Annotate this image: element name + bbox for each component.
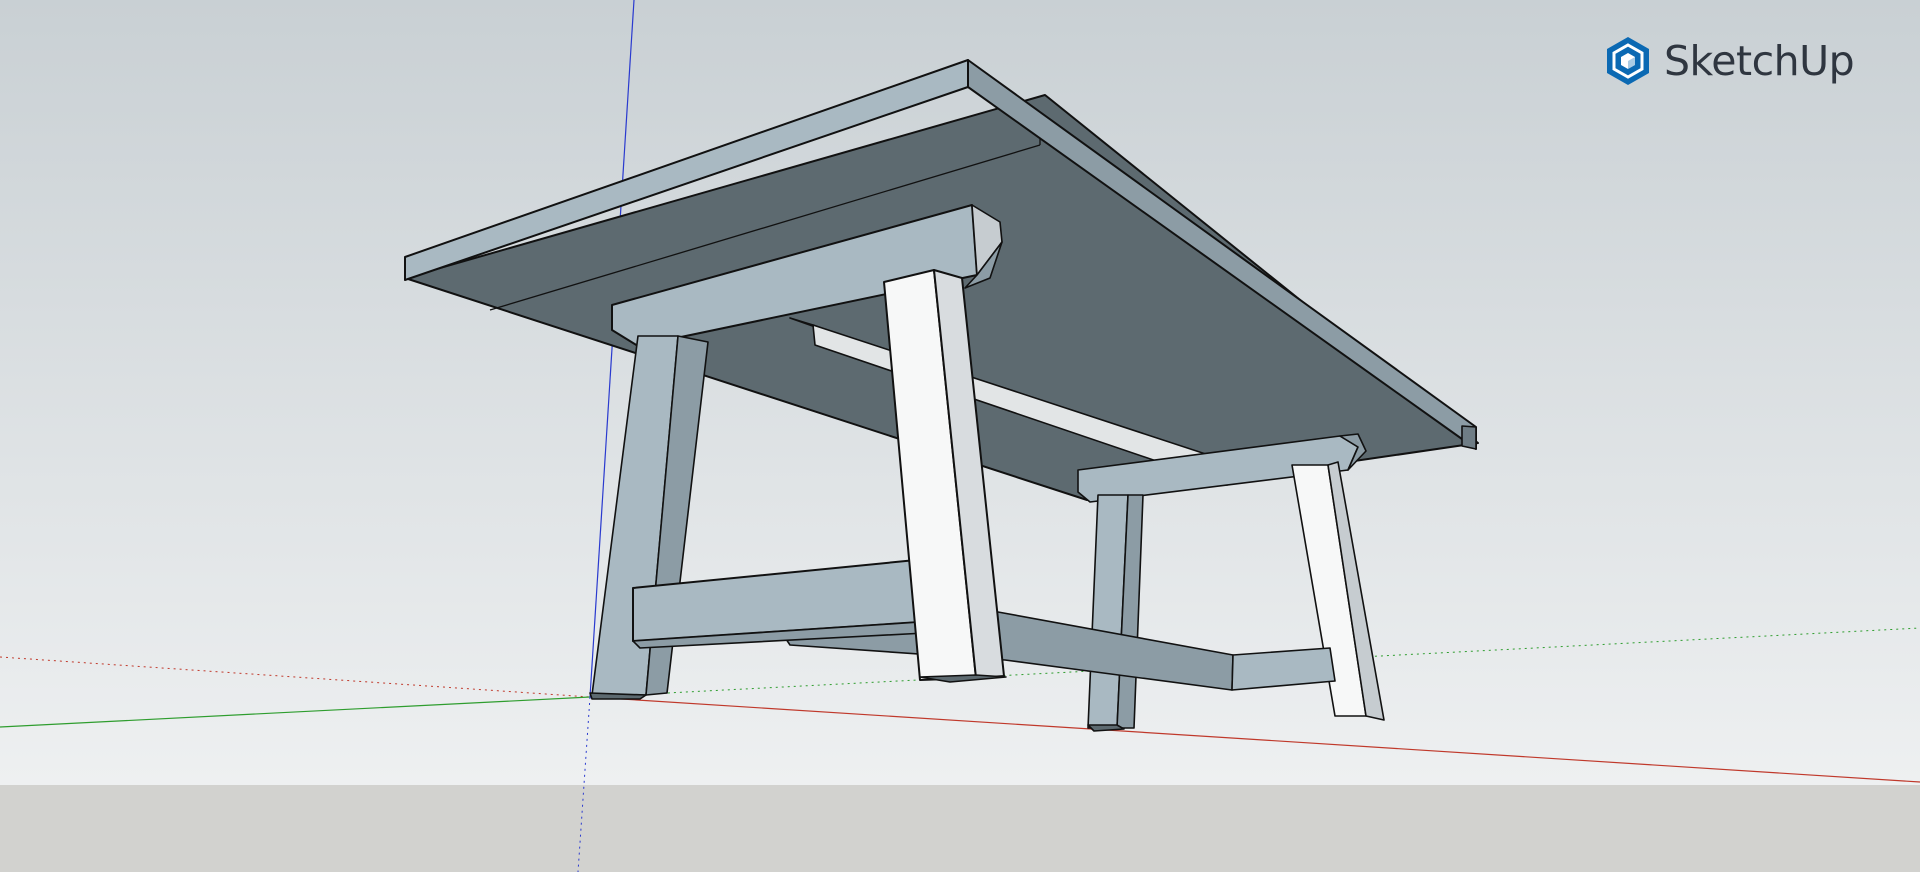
sketchup-logo: SketchUp	[1604, 34, 1855, 88]
ground-plane	[0, 785, 1920, 872]
leg-back-right-foot	[1087, 724, 1125, 732]
sketchup-logo-icon	[1607, 37, 1649, 85]
3d-scene[interactable]	[0, 0, 1920, 872]
tabletop-corner-right	[1461, 425, 1477, 450]
brand-name: SketchUp	[1664, 36, 1855, 85]
model-viewport[interactable]: SketchUp	[0, 0, 1920, 872]
leg-front-left-foot	[589, 692, 647, 700]
